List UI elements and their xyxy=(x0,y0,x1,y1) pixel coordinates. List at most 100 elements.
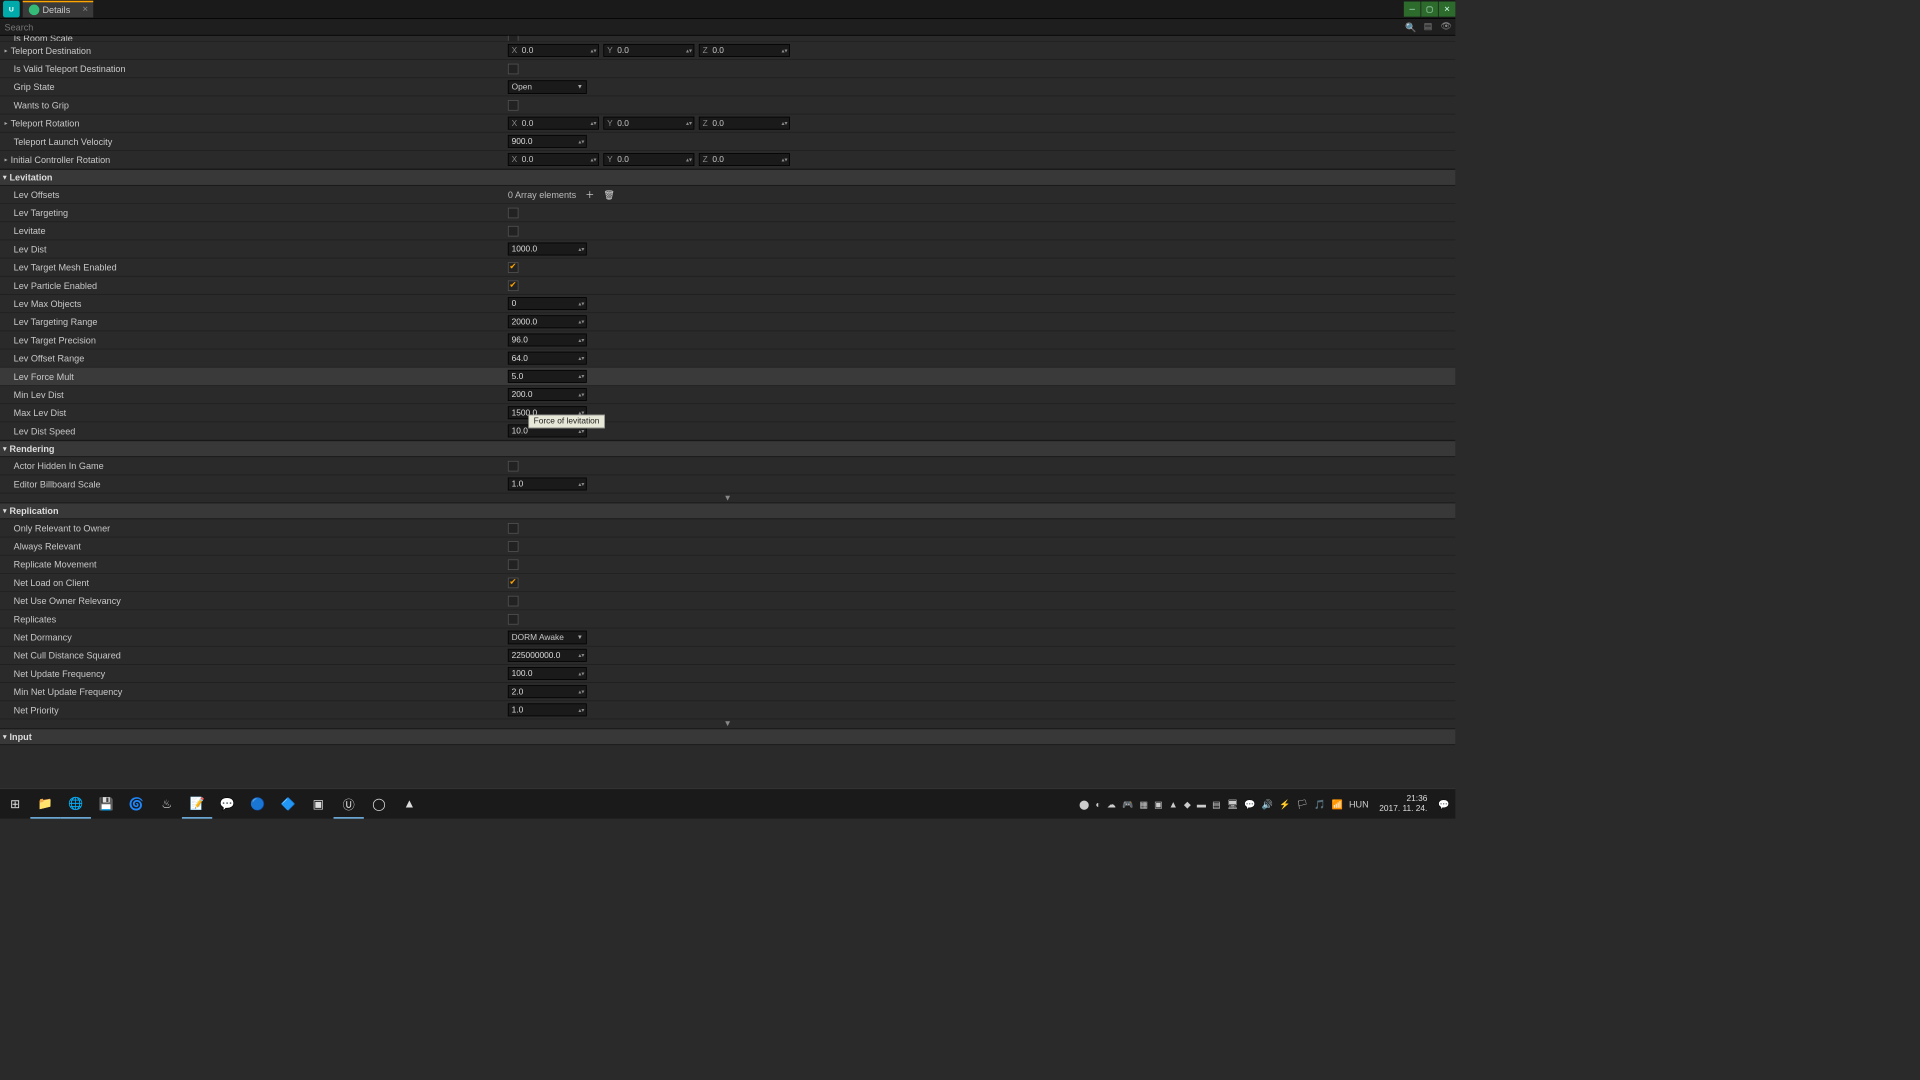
number-field[interactable]: 64.0▴▾ xyxy=(508,352,587,365)
vector-y[interactable]: Y0.0▴▾ xyxy=(603,44,694,57)
spinner-icon[interactable]: ▴▾ xyxy=(578,411,584,415)
vector-z[interactable]: Z0.0▴▾ xyxy=(699,153,790,166)
checkbox[interactable] xyxy=(508,614,519,625)
tray-icon[interactable]: ▦ xyxy=(1139,799,1148,810)
tray-icon[interactable]: 🎮 xyxy=(1122,799,1133,810)
dropdown[interactable]: Open xyxy=(508,80,587,94)
taskbar-chrome-icon[interactable]: 🌐 xyxy=(61,789,91,818)
number-field[interactable]: 100.0▴▾ xyxy=(508,667,587,680)
taskbar-clock[interactable]: 21:36 2017. 11. 24. xyxy=(1375,794,1432,814)
taskbar-explorer-icon[interactable]: 📁 xyxy=(30,789,60,818)
tray-volume-icon[interactable]: 🔊 xyxy=(1262,799,1273,810)
tray-network-icon[interactable]: 📶 xyxy=(1332,799,1343,810)
dropdown[interactable]: DORM Awake xyxy=(508,630,587,644)
section-header[interactable]: Input xyxy=(0,728,1455,745)
spinner-icon[interactable]: ▴▾ xyxy=(578,247,584,251)
spinner-icon[interactable]: ▴▾ xyxy=(578,338,584,342)
tray-icon[interactable]: 🎵 xyxy=(1314,799,1325,810)
spinner-icon[interactable]: ▴▾ xyxy=(578,690,584,694)
number-field[interactable]: 200.0▴▾ xyxy=(508,388,587,401)
checkbox[interactable] xyxy=(508,577,519,588)
spinner-icon[interactable]: ▴▾ xyxy=(578,302,584,306)
spinner-icon[interactable]: ▴▾ xyxy=(781,49,787,53)
vector-x[interactable]: X0.0▴▾ xyxy=(508,117,599,130)
tray-icon[interactable]: ▤ xyxy=(1212,799,1221,810)
tray-icon[interactable]: 🖥 xyxy=(1227,799,1239,810)
number-field[interactable]: 96.0▴▾ xyxy=(508,334,587,347)
details-tab[interactable]: Details ✕ xyxy=(23,1,93,18)
number-field[interactable]: 10.0▴▾ xyxy=(508,424,587,437)
number-field[interactable]: 2.0▴▾ xyxy=(508,685,587,698)
array-clear-button[interactable]: 🗑 xyxy=(603,189,615,200)
section-header[interactable]: Replication xyxy=(0,503,1455,520)
close-window-button[interactable]: ✕ xyxy=(1439,2,1456,17)
tray-icon[interactable]: ◆ xyxy=(1184,799,1191,810)
checkbox[interactable] xyxy=(508,36,519,42)
start-button[interactable]: ⊞ xyxy=(0,789,30,818)
taskbar-discord-icon[interactable]: 💬 xyxy=(212,789,242,818)
number-field[interactable]: 900.0▴▾ xyxy=(508,135,587,148)
spinner-icon[interactable]: ▴▾ xyxy=(578,653,584,657)
number-field[interactable]: 1.0▴▾ xyxy=(508,478,587,491)
spinner-icon[interactable]: ▴▾ xyxy=(590,158,596,162)
checkbox[interactable] xyxy=(508,559,519,570)
taskbar-vlc-icon[interactable]: ▲ xyxy=(394,789,424,818)
tray-icon[interactable]: 🏳 xyxy=(1297,799,1309,810)
taskbar-obs-icon[interactable]: 🔵 xyxy=(243,789,273,818)
vector-z[interactable]: Z0.0▴▾ xyxy=(699,44,790,57)
tray-icon[interactable]: ☁ xyxy=(1107,799,1116,810)
taskbar-sublime-icon[interactable]: 📝 xyxy=(182,789,212,818)
checkbox[interactable] xyxy=(508,262,519,273)
taskbar-save-icon[interactable]: 💾 xyxy=(91,789,121,818)
section-header[interactable]: Rendering xyxy=(0,440,1455,457)
spinner-icon[interactable]: ▴▾ xyxy=(686,158,692,162)
checkbox[interactable] xyxy=(508,63,519,74)
spinner-icon[interactable]: ▴▾ xyxy=(578,429,584,433)
expand-chevron-icon[interactable]: ▼ xyxy=(0,493,1455,502)
spinner-icon[interactable]: ▴▾ xyxy=(578,482,584,486)
tray-notifications-icon[interactable]: 💬 xyxy=(1438,799,1449,810)
search-input[interactable] xyxy=(0,20,1402,34)
spinner-icon[interactable]: ▴▾ xyxy=(686,49,692,53)
checkbox[interactable] xyxy=(508,207,519,218)
taskbar-steam-icon[interactable]: ♨ xyxy=(152,789,182,818)
spinner-icon[interactable]: ▴▾ xyxy=(686,121,692,125)
spinner-icon[interactable]: ▴▾ xyxy=(781,158,787,162)
number-field[interactable]: 1.0▴▾ xyxy=(508,703,587,716)
number-field[interactable]: 1500.0▴▾ xyxy=(508,406,587,419)
tray-icon[interactable]: ⚡ xyxy=(1279,799,1290,810)
spinner-icon[interactable]: ▴▾ xyxy=(590,121,596,125)
number-field[interactable]: 225000000.0▴▾ xyxy=(508,649,587,662)
taskbar-app2-icon[interactable]: 🔷 xyxy=(273,789,303,818)
spinner-icon[interactable]: ▴▾ xyxy=(578,393,584,397)
expand-chevron-icon[interactable]: ▼ xyxy=(0,719,1455,728)
tray-icon[interactable]: 💬 xyxy=(1244,799,1255,810)
number-field[interactable]: 5.0▴▾ xyxy=(508,370,587,383)
tray-icon[interactable]: ◐ xyxy=(1095,799,1100,810)
number-field[interactable]: 1000.0▴▾ xyxy=(508,243,587,256)
vector-y[interactable]: Y0.0▴▾ xyxy=(603,153,694,166)
spinner-icon[interactable]: ▴▾ xyxy=(578,139,584,143)
taskbar-app3-icon[interactable]: ◯ xyxy=(364,789,394,818)
array-add-button[interactable]: ＋ xyxy=(585,188,594,201)
tray-icon[interactable]: ▬ xyxy=(1197,799,1206,810)
vector-x[interactable]: X0.0▴▾ xyxy=(508,153,599,166)
spinner-icon[interactable]: ▴▾ xyxy=(578,374,584,378)
number-field[interactable]: 2000.0▴▾ xyxy=(508,315,587,328)
vector-y[interactable]: Y0.0▴▾ xyxy=(603,117,694,130)
checkbox[interactable] xyxy=(508,280,519,291)
maximize-button[interactable]: ▢ xyxy=(1421,2,1438,17)
taskbar-app-icon[interactable]: 🌀 xyxy=(121,789,151,818)
spinner-icon[interactable]: ▴▾ xyxy=(578,356,584,360)
close-tab-icon[interactable]: ✕ xyxy=(82,5,88,13)
minimize-button[interactable]: ─ xyxy=(1404,2,1421,17)
tray-icon[interactable]: ▲ xyxy=(1169,799,1178,810)
section-header[interactable]: Levitation xyxy=(0,169,1455,186)
taskbar-epic-icon[interactable]: ▣ xyxy=(303,789,333,818)
taskbar-unreal-icon[interactable]: Ⓤ xyxy=(334,789,364,818)
search-icon[interactable]: 🔍 xyxy=(1402,22,1419,33)
checkbox[interactable] xyxy=(508,226,519,237)
spinner-icon[interactable]: ▴▾ xyxy=(578,320,584,324)
tray-icon[interactable]: ▣ xyxy=(1154,799,1163,810)
eye-filter-button[interactable]: 👁 xyxy=(1438,20,1455,34)
